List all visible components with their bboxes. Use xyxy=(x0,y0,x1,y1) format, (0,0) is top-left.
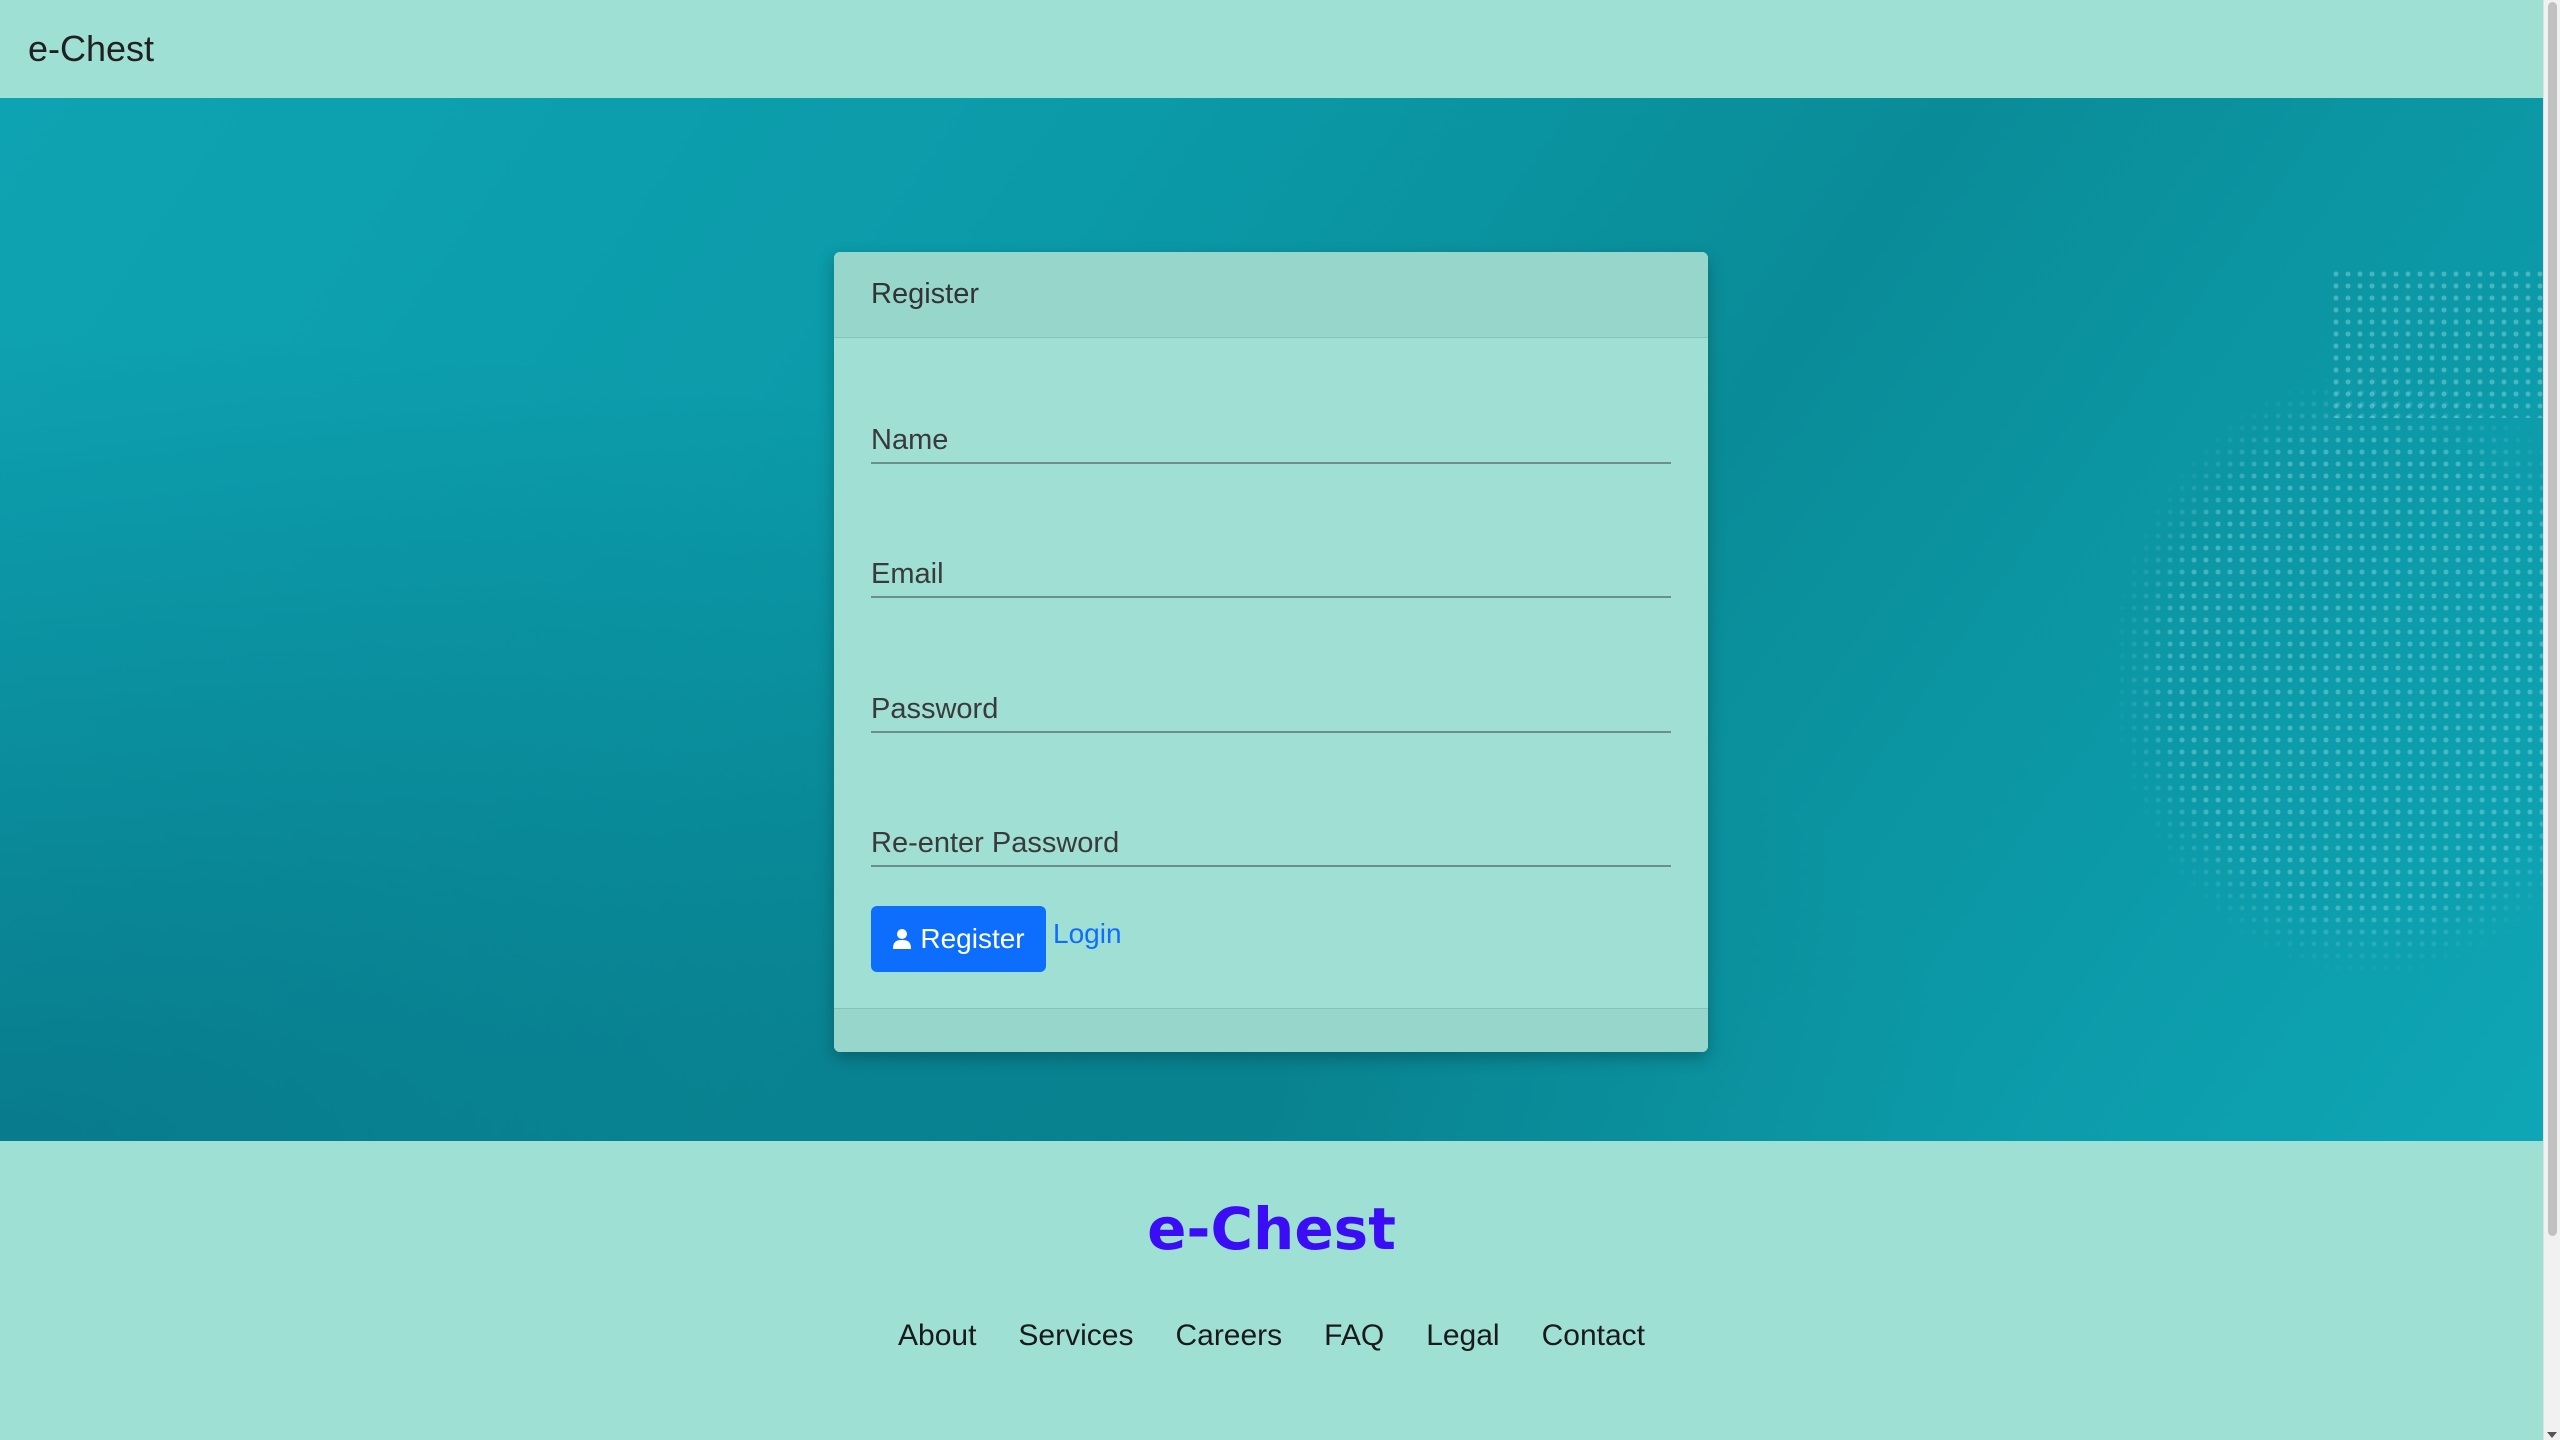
page-scrollbar[interactable] xyxy=(2543,0,2560,1440)
footer-link-legal[interactable]: Legal xyxy=(1426,1319,1499,1353)
footer-link-services[interactable]: Services xyxy=(1018,1319,1133,1353)
register-card-title: Register xyxy=(834,252,1708,338)
footer-link-faq[interactable]: FAQ xyxy=(1324,1319,1384,1353)
password-field-wrapper xyxy=(871,673,1671,733)
page-footer: e-Chest About Services Careers FAQ Legal… xyxy=(0,1141,2543,1440)
scroll-down-arrow-icon[interactable] xyxy=(2547,1432,2557,1438)
name-input[interactable] xyxy=(871,404,1671,462)
footer-brand: e-Chest xyxy=(1147,1195,1396,1263)
reenter-password-input[interactable] xyxy=(871,807,1671,865)
reenter-password-field-wrapper xyxy=(871,807,1671,867)
login-link[interactable]: Login xyxy=(1053,918,1122,950)
register-form: Register Login xyxy=(834,338,1708,1052)
user-icon xyxy=(893,929,912,949)
email-field-wrapper xyxy=(871,538,1671,598)
password-input[interactable] xyxy=(871,673,1671,731)
footer-nav: About Services Careers FAQ Legal Contact xyxy=(0,1319,2543,1353)
register-button[interactable]: Register xyxy=(871,906,1046,972)
footer-link-contact[interactable]: Contact xyxy=(1542,1319,1645,1353)
name-field-wrapper xyxy=(871,404,1671,464)
footer-link-careers[interactable]: Careers xyxy=(1175,1319,1282,1353)
top-navbar: e-Chest xyxy=(0,0,2543,98)
register-button-label: Register xyxy=(920,923,1025,954)
navbar-brand[interactable]: e-Chest xyxy=(28,28,154,70)
register-card: Register Register Login xyxy=(834,252,1708,1052)
world-map-dots-decoration-top xyxy=(2330,268,2543,418)
register-card-footer xyxy=(834,1008,1708,1052)
email-input[interactable] xyxy=(871,538,1671,596)
footer-link-about[interactable]: About xyxy=(898,1319,976,1353)
scrollbar-thumb[interactable] xyxy=(2548,2,2557,1236)
